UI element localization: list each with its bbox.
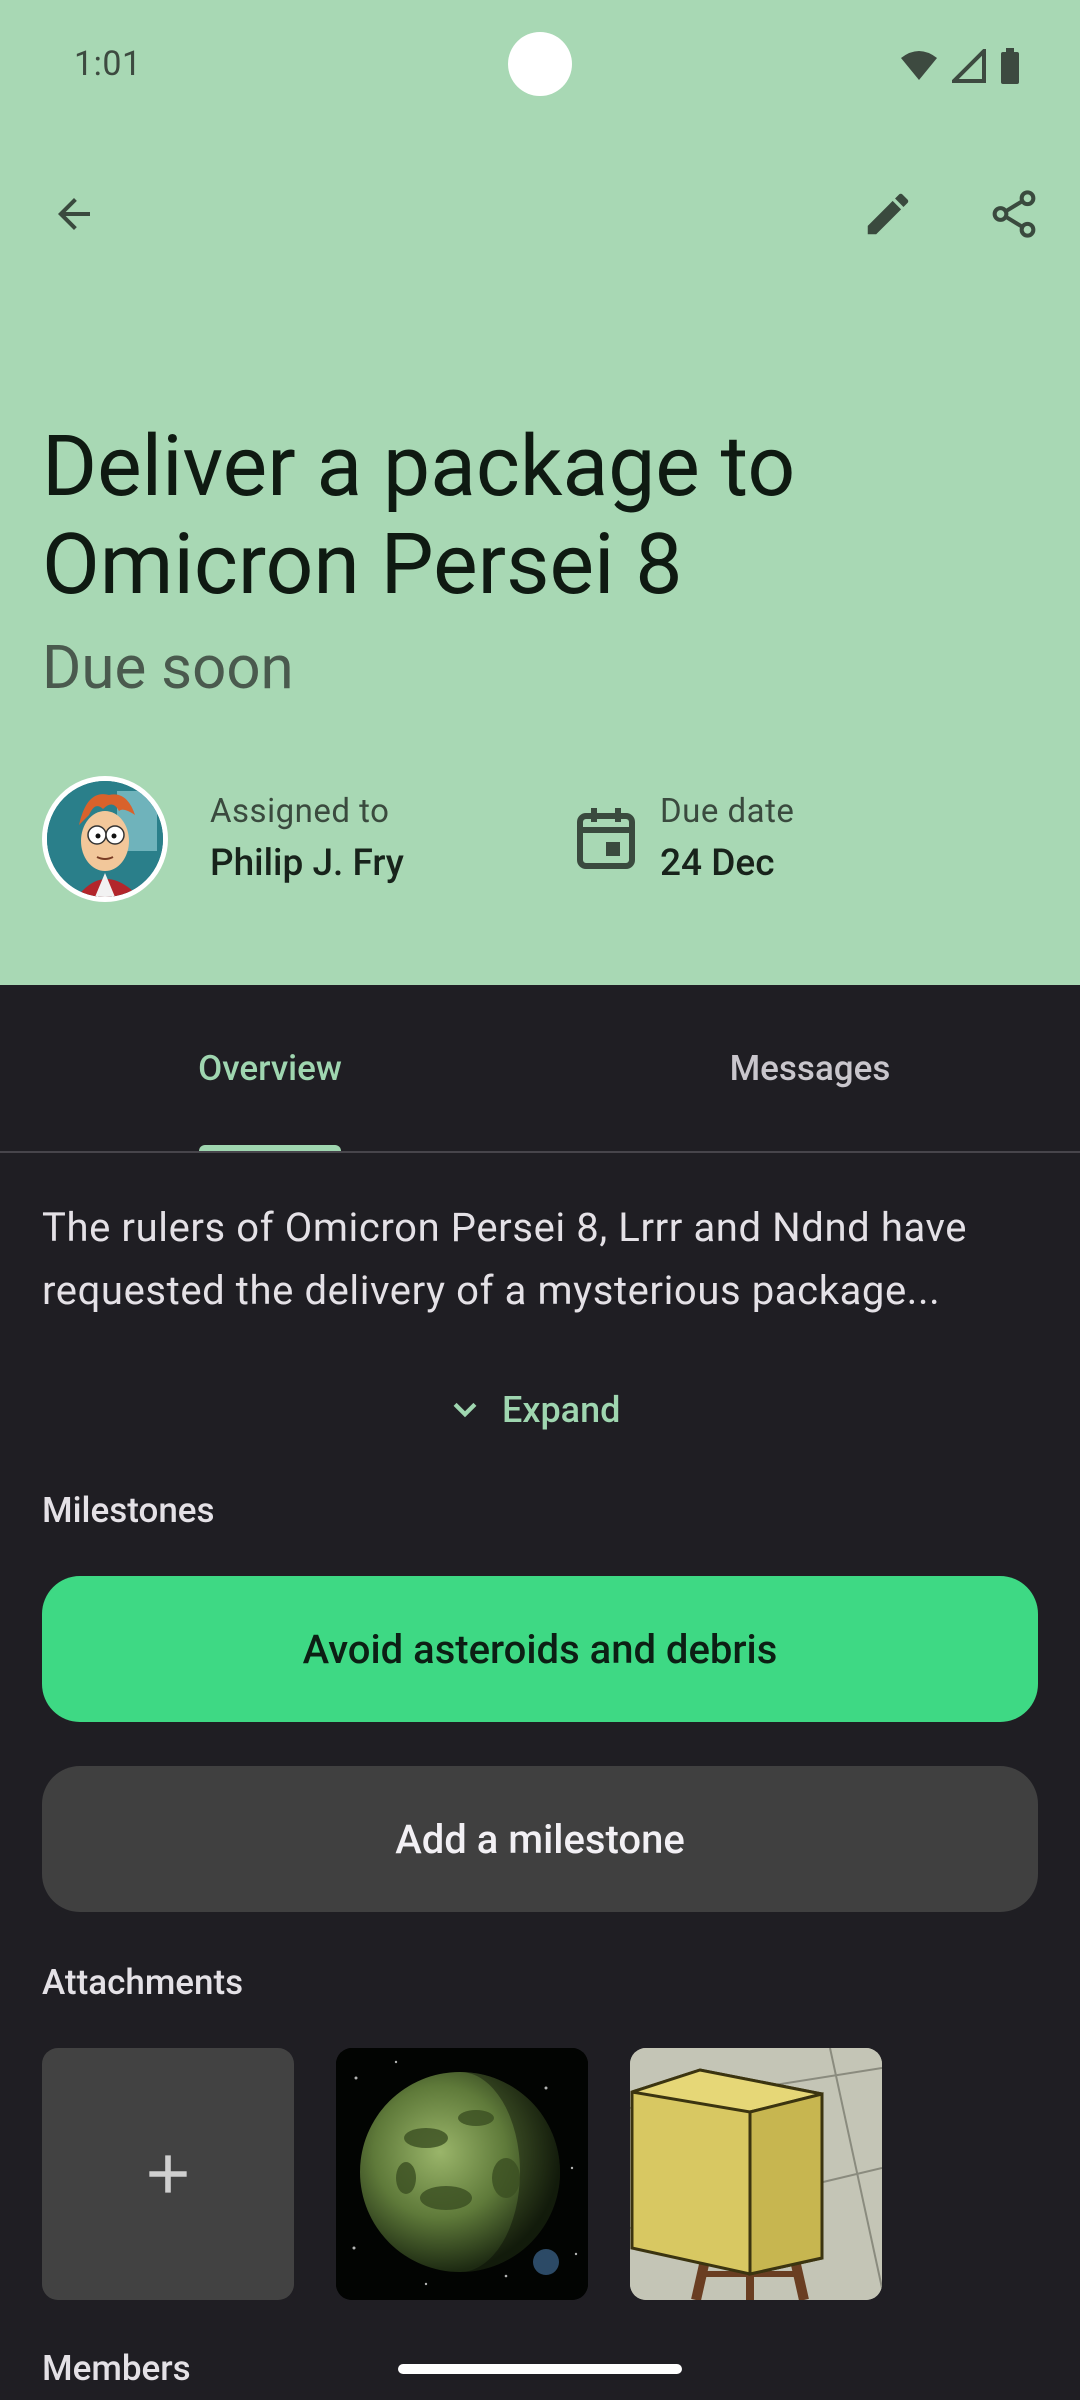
task-title-line-1: Deliver a package to (42, 417, 796, 516)
battery-icon (1001, 48, 1019, 84)
tab-bar: Overview Messages (0, 985, 1080, 1153)
plus-icon (149, 2155, 187, 2193)
back-button[interactable] (30, 170, 118, 258)
assignee-avatar (42, 776, 168, 902)
gesture-nav-handle[interactable] (398, 2364, 682, 2374)
attachments-title: Attachments (42, 1962, 244, 2003)
assigned-label: Assigned to (210, 792, 390, 831)
edit-button[interactable] (844, 170, 932, 258)
due-date-value: 24 Dec (660, 842, 775, 885)
due-date-label: Due date (660, 792, 795, 831)
assigned-value: Philip J. Fry (210, 842, 404, 885)
tab-divider (0, 1151, 1080, 1153)
package-thumbnail (630, 2048, 882, 2300)
task-title: Deliver a package to Omicron Persei 8 (42, 418, 1002, 614)
status-time: 1:01 (74, 44, 142, 84)
status-icons (900, 46, 1020, 86)
share-icon (992, 190, 1036, 238)
milestone-item[interactable]: Avoid asteroids and debris (42, 1576, 1038, 1722)
milestones-title: Milestones (42, 1490, 215, 1531)
add-milestone-button[interactable]: Add a milestone (42, 1766, 1038, 1912)
task-description: The rulers of Omicron Persei 8, Lrrr and… (42, 1204, 968, 1314)
wifi-icon (901, 51, 937, 80)
camera-cutout (508, 32, 572, 96)
tab-messages[interactable]: Messages (540, 985, 1080, 1151)
calendar-icon (577, 808, 635, 869)
expand-button[interactable]: Expand (448, 1385, 620, 1435)
cell-signal-icon (952, 49, 986, 83)
task-header: 1:01 Deliver a package to Omicron Persei… (0, 0, 1080, 985)
share-button[interactable] (970, 170, 1058, 258)
members-title: Members (42, 2348, 191, 2389)
add-attachment-button[interactable] (42, 2048, 294, 2300)
task-status: Due soon (42, 632, 294, 703)
arrow-back-icon (58, 198, 90, 230)
pencil-icon (867, 193, 909, 235)
status-bar: 1:01 (0, 0, 1080, 130)
attachment-package-image[interactable] (630, 2048, 882, 2300)
planet-thumbnail (336, 2048, 588, 2300)
tab-overview[interactable]: Overview (0, 985, 540, 1151)
task-title-line-2: Omicron Persei 8 (42, 515, 683, 614)
attachment-planet-image[interactable] (336, 2048, 588, 2300)
expand-label: Expand (502, 1389, 621, 1431)
avatar-image (47, 781, 163, 897)
chevron-down-icon (453, 1402, 477, 1418)
